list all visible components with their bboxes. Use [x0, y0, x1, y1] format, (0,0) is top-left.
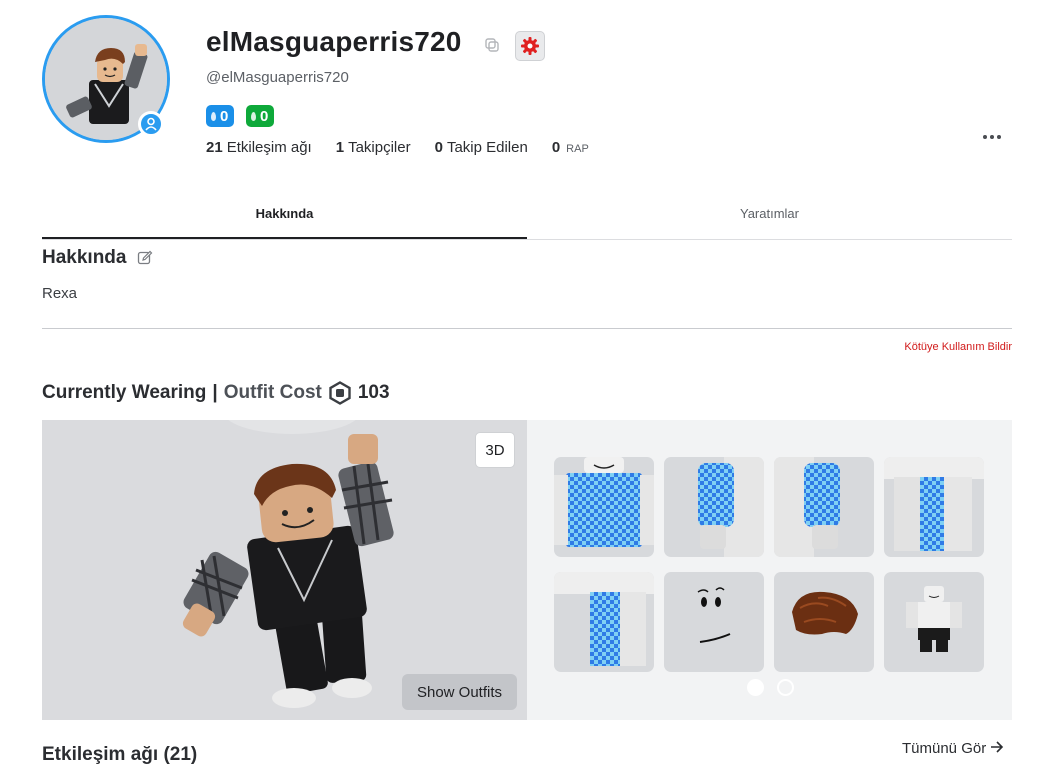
outfit-cost-label: Outfit Cost	[223, 382, 322, 403]
more-options-icon[interactable]	[980, 128, 1004, 146]
badge-green-count: 0	[260, 107, 269, 125]
stat-value: 1	[335, 139, 345, 156]
outfit-body-item[interactable]	[884, 572, 984, 672]
shirt-left-arm-item[interactable]	[664, 457, 764, 557]
hair-item[interactable]	[774, 572, 874, 672]
report-abuse-link[interactable]: Kötüye Kullanım Bildir	[904, 341, 1012, 353]
carousel-dot-active[interactable]	[747, 679, 764, 696]
stat-connections[interactable]: 21 Etkileşim ağı	[206, 139, 312, 156]
about-heading: Hakkında	[42, 247, 127, 268]
wearing-title: Currently Wearing	[42, 382, 207, 403]
stat-label: Etkileşim ağı	[226, 139, 312, 156]
stat-value: 21	[206, 139, 223, 156]
face-item[interactable]	[664, 572, 764, 672]
display-name: elMasguaperris720	[206, 26, 462, 57]
outfit-cost-value: 103	[357, 382, 390, 403]
presence-badge-icon	[138, 111, 164, 137]
shirt-front-item[interactable]	[554, 457, 654, 557]
badge-blue-count: 0	[220, 107, 229, 125]
stat-followers[interactable]: 1 Takipçiler	[336, 139, 411, 156]
stat-label: Takipçiler	[348, 139, 411, 156]
wearing-heading: Currently Wearing | Outfit Cost 103	[42, 381, 390, 405]
tab-about[interactable]: Hakkında	[42, 195, 527, 239]
stat-rap: 0 RAP	[552, 139, 589, 156]
stat-label: Takip Edilen	[446, 139, 528, 156]
tab-creations[interactable]: Yaratımlar	[527, 195, 1012, 239]
droplet-icon	[251, 111, 256, 121]
carousel-dot[interactable]	[777, 679, 794, 696]
pants-left-leg-item[interactable]	[554, 572, 654, 672]
shirt-right-arm-item[interactable]	[774, 457, 874, 557]
pants-right-leg-item[interactable]	[884, 457, 984, 557]
show-outfits-button[interactable]: Show Outfits	[402, 674, 517, 710]
divider	[42, 328, 1012, 329]
toggle-3d-button[interactable]: 3D	[475, 432, 515, 468]
connection-badge-blue[interactable]: 0	[206, 105, 235, 127]
stat-value: 0	[434, 139, 443, 156]
network-heading: Etkileşim ağı (21)	[42, 744, 198, 765]
profile-tabs: Hakkında Yaratımlar	[42, 195, 1012, 240]
connection-badge-green[interactable]: 0	[246, 105, 275, 127]
arrow-right-icon	[990, 740, 1004, 757]
stat-label: RAP	[566, 143, 589, 155]
see-all-link[interactable]: Tümünü Gör	[902, 740, 1004, 757]
profile-stats: 21 Etkileşim ağı 1 Takipçiler 0 Takip Edile…	[206, 139, 613, 156]
droplet-icon	[211, 111, 216, 121]
username: @elMasguaperris720	[206, 69, 349, 86]
about-text: Rexa	[42, 285, 78, 302]
roblox-admin-gear-icon[interactable]	[515, 31, 545, 61]
edit-icon[interactable]	[137, 250, 153, 266]
robux-icon	[328, 381, 352, 405]
see-all-label: Tümünü Gör	[902, 740, 987, 757]
copy-icon[interactable]	[484, 37, 500, 53]
wearing-separator: |	[212, 382, 218, 403]
stat-value: 0	[551, 139, 561, 156]
stat-following[interactable]: 0 Takip Edilen	[435, 139, 528, 156]
